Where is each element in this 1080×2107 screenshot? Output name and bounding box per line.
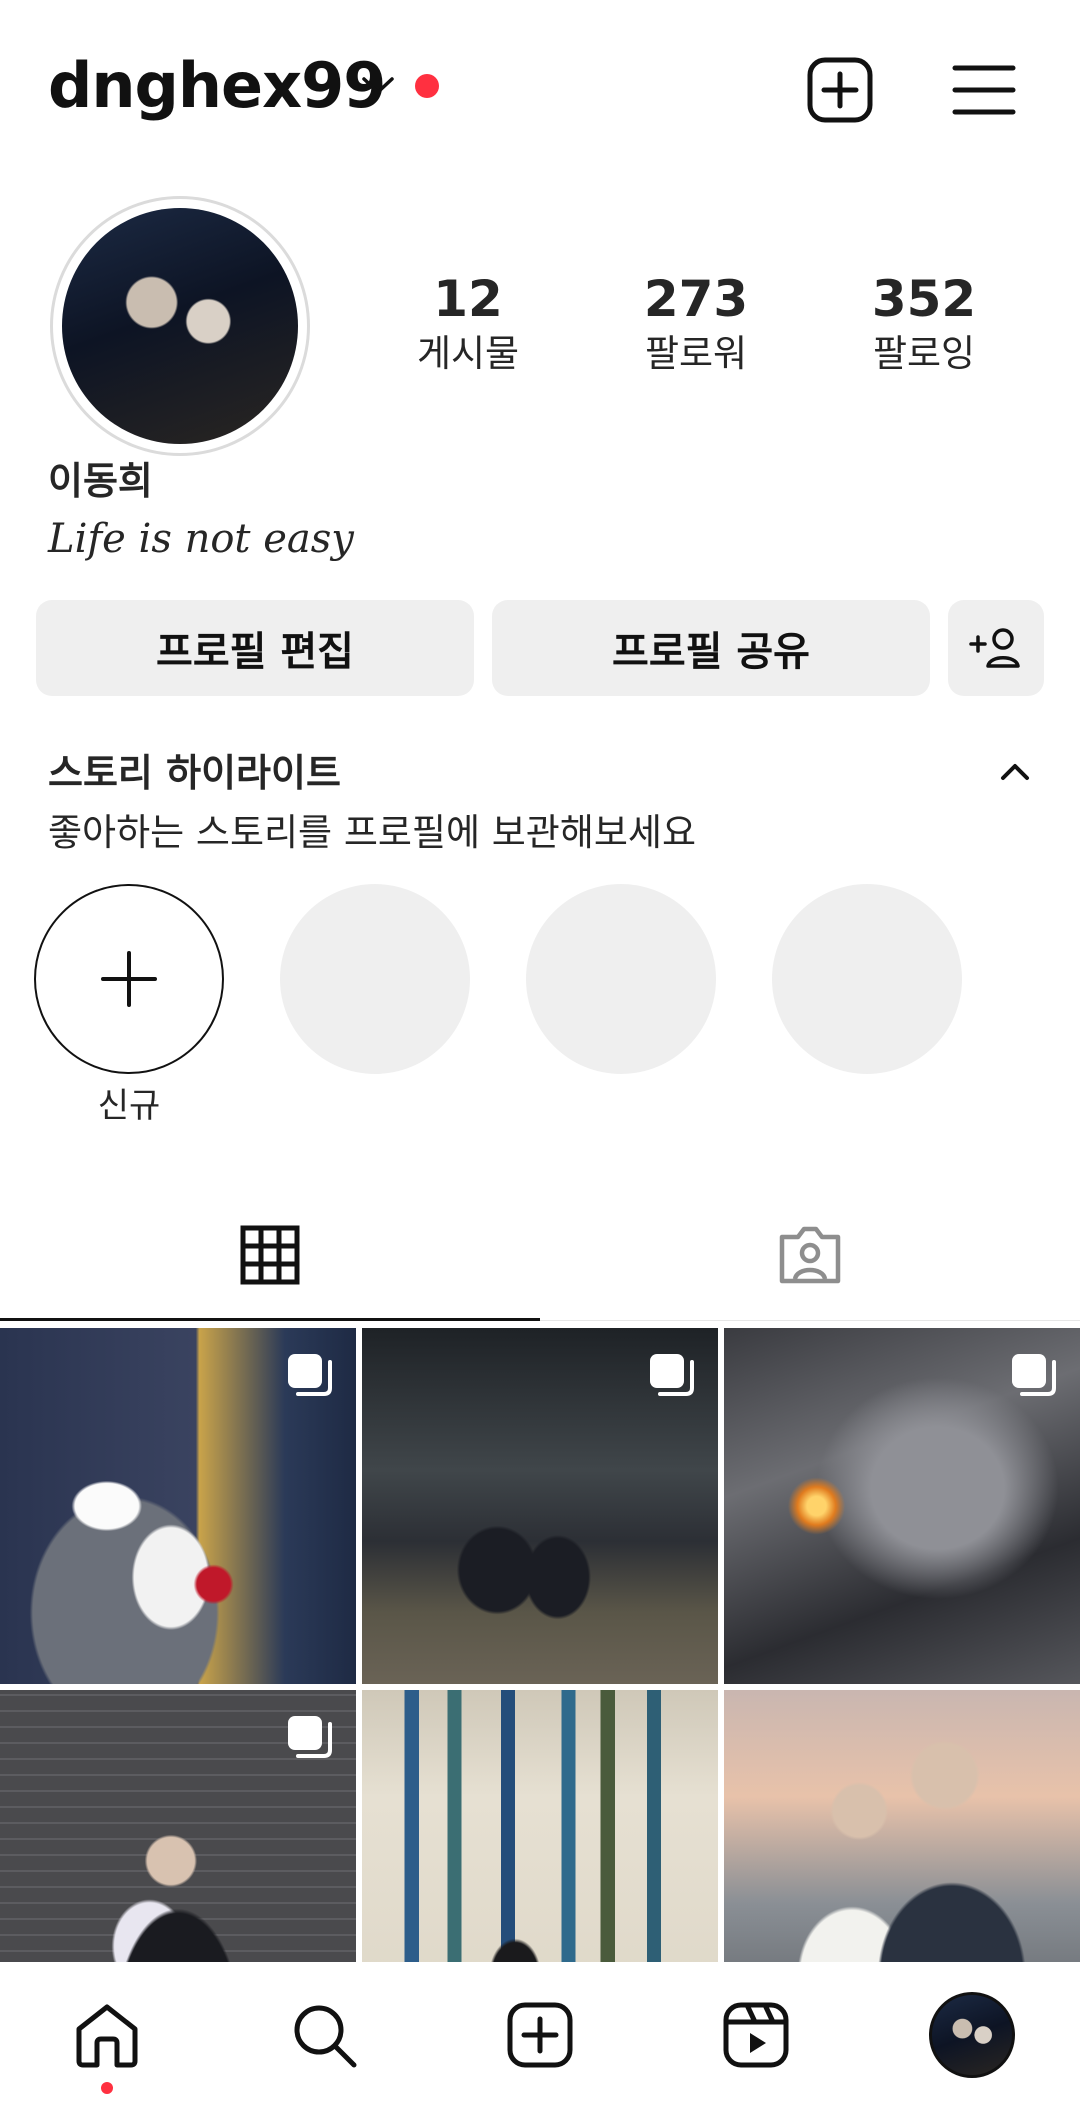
search-icon: [294, 2005, 357, 2068]
bio: Life is not easy: [48, 516, 354, 562]
new-post-icon: [807, 57, 873, 123]
tagged-icon: [779, 1226, 841, 1284]
multiple-photos-icon: [288, 1354, 332, 1396]
stat-label: 팔로잉: [872, 332, 976, 375]
nav-reels[interactable]: [711, 1990, 801, 2080]
new-highlight-button[interactable]: [34, 884, 224, 1074]
tab-tagged[interactable]: [540, 1190, 1080, 1320]
chevron-up-icon[interactable]: [990, 752, 1040, 792]
active-tab-indicator: [0, 1318, 540, 1321]
following-count[interactable]: 352 팔로잉: [824, 268, 1024, 378]
stat-value: 352: [871, 270, 977, 328]
highlights-title: 스토리 하이라이트: [48, 751, 341, 795]
multiple-photos-icon: [288, 1716, 332, 1758]
top-bar: dnghex99: [0, 0, 1080, 170]
activity-dot: [101, 2082, 113, 2094]
highlights-subtitle: 좋아하는 스토리를 프로필에 보관해보세요: [48, 811, 697, 854]
stat-value: 12: [433, 270, 503, 328]
bottom-navigation: [0, 1962, 1080, 2107]
nav-home[interactable]: [62, 1990, 152, 2080]
discover-people-button[interactable]: [948, 600, 1044, 696]
avatar-photo: [62, 208, 298, 444]
post-thumbnail[interactable]: [362, 1328, 718, 1684]
profile-avatar[interactable]: [50, 196, 310, 456]
post-thumbnail[interactable]: [0, 1328, 356, 1684]
new-highlight-label: 신규: [97, 1086, 161, 1126]
edit-profile-button[interactable]: 프로필 편집: [36, 600, 474, 696]
create-icon: [507, 2002, 573, 2068]
chevron-down-icon[interactable]: [360, 70, 396, 100]
nav-search[interactable]: [279, 1990, 369, 2080]
notification-dot: [415, 74, 439, 98]
stat-value: 273: [643, 270, 749, 328]
highlight-placeholder: [280, 884, 470, 1074]
stat-label: 팔로워: [644, 332, 748, 375]
multiple-photos-icon: [1012, 1354, 1056, 1396]
stat-label: 게시물: [416, 332, 520, 375]
add-person-icon: [969, 628, 1020, 668]
new-post-button[interactable]: [800, 50, 880, 130]
tab-posts-grid[interactable]: [0, 1190, 540, 1320]
plus-icon: [101, 951, 157, 1007]
post-thumbnail[interactable]: [724, 1328, 1080, 1684]
profile-avatar: [929, 1992, 1015, 2078]
nav-create[interactable]: [495, 1990, 585, 2080]
home-icon: [76, 2004, 138, 2068]
menu-button[interactable]: [944, 50, 1024, 130]
username-switcher[interactable]: dnghex99: [48, 48, 386, 124]
followers-count[interactable]: 273 팔로워: [596, 268, 796, 378]
grid-icon: [240, 1225, 300, 1285]
share-profile-button[interactable]: 프로필 공유: [492, 600, 930, 696]
menu-icon: [952, 65, 1016, 115]
multiple-photos-icon: [650, 1354, 694, 1396]
posts-count[interactable]: 12 게시물: [368, 268, 568, 378]
full-name: 이동희: [48, 459, 153, 503]
reels-icon: [723, 2002, 789, 2068]
highlight-placeholder: [526, 884, 716, 1074]
nav-profile[interactable]: [927, 1990, 1017, 2080]
highlight-placeholder: [772, 884, 962, 1074]
